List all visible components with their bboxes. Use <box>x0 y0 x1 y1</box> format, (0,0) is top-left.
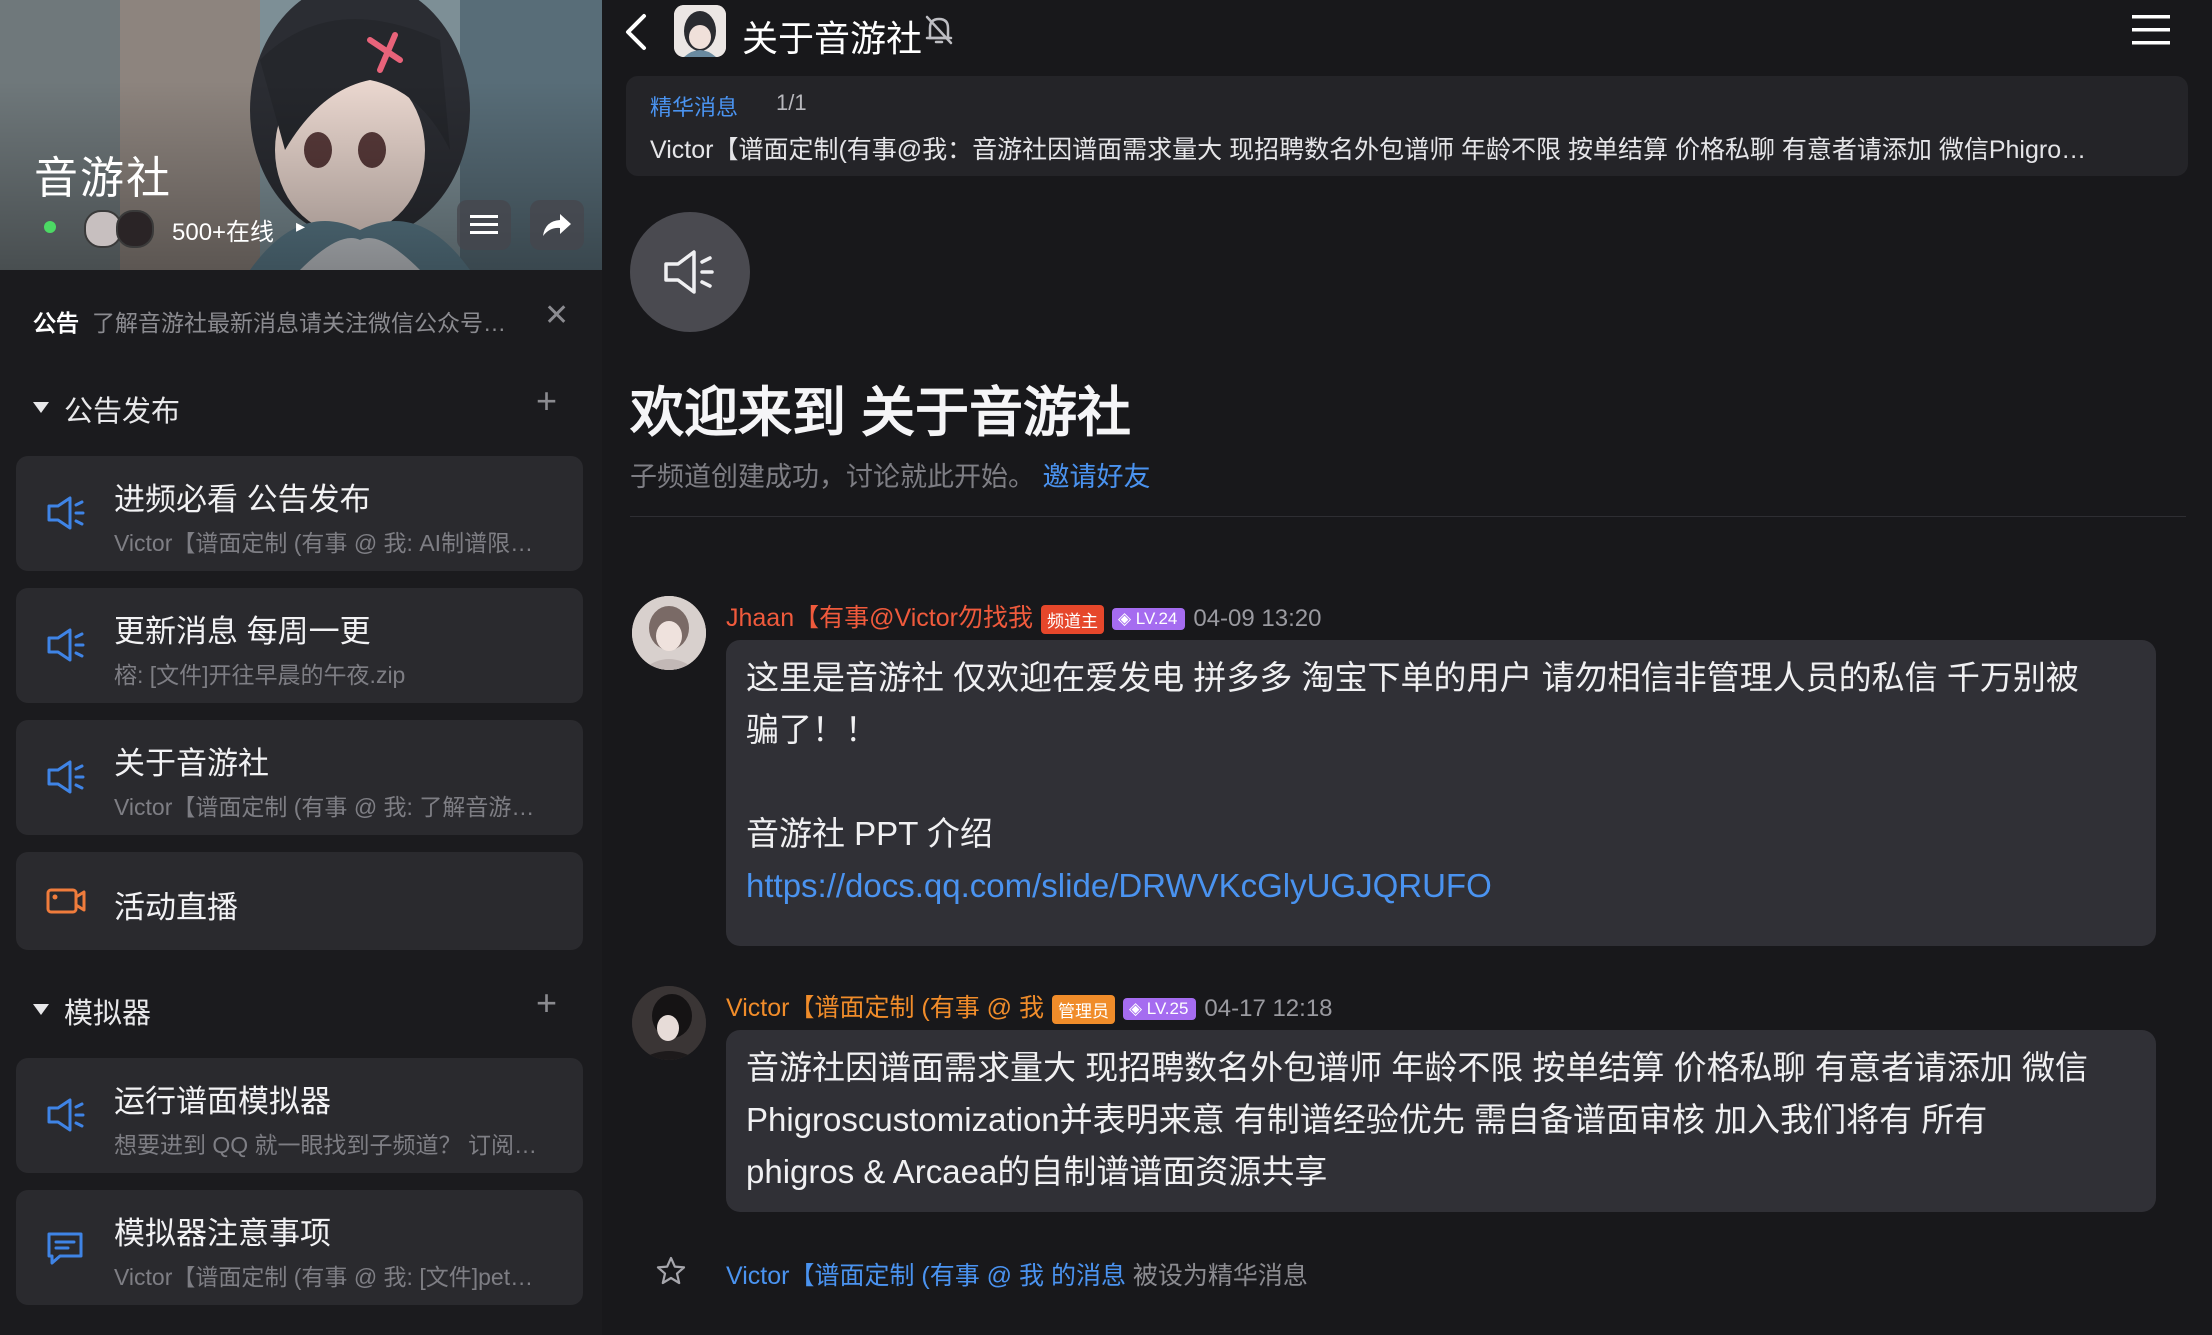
channel-preview: 想要进到 QQ 就一眼找到子频道？ 订阅… <box>114 1132 537 1158</box>
pinned-essence-message[interactable]: 精华消息 1/1 Victor【谱面定制(有事@我：音游社因谱面需求量大 现招聘… <box>626 76 2188 176</box>
star-icon <box>656 1256 686 1285</box>
essence-text: Victor【谱面定制(有事@我：音游社因谱面需求量大 现招聘数名外包谱师 年龄… <box>650 136 2087 164</box>
level-text: LV.24 <box>1135 609 1178 629</box>
share-icon <box>543 214 571 236</box>
channel-item[interactable]: 运行谱面模拟器 想要进到 QQ 就一眼找到子频道？ 订阅… <box>16 1058 583 1173</box>
chat-panel: 关于音游社 精华消息 1/1 Victor【谱面定制(有事@我：音游社因谱面需求… <box>602 0 2212 1335</box>
chevron-right-icon: ▸ <box>296 216 306 236</box>
channel-title: 进频必看 公告发布 <box>114 482 371 517</box>
announcement-text: 了解音游社最新消息请关注微信公众号… <box>92 310 506 336</box>
message-bubble[interactable]: 这里是音游社 仅欢迎在爱发电 拼多多 淘宝下单的用户 请勿相信非管理人员的私信 … <box>726 640 2156 946</box>
welcome-subtitle-text: 子频道创建成功，讨论就此开始。 <box>630 462 1035 492</box>
category-label: 模拟器 <box>64 998 152 1030</box>
channel-preview: Victor【谱面定制 (有事 @ 我: AI制谱限… <box>114 530 534 556</box>
welcome-title: 欢迎来到 关于音游社 <box>630 383 1132 443</box>
menu-icon[interactable] <box>2132 14 2170 46</box>
system-notice-sender[interactable]: Victor【谱面定制 (有事 @ 我 的消息 <box>726 1262 1126 1290</box>
category-label: 公告发布 <box>64 396 181 428</box>
message-header: Victor【谱面定制 (有事 @ 我管理员 ◈ LV.25 04-17 12:18 <box>726 988 1333 1024</box>
channel-title: 关于音游社 <box>742 18 923 59</box>
list-icon <box>470 215 498 234</box>
system-notice-action: 被设为精华消息 <box>1132 1262 1308 1290</box>
channel-title: 更新消息 每周一更 <box>114 614 371 649</box>
message-link[interactable]: https://docs.qq.com/slide/DRWVKcGlyUGJQR… <box>746 867 1492 904</box>
essence-label: 精华消息 <box>650 95 739 120</box>
speaker-icon <box>47 1098 85 1132</box>
message-line: phigros & Arcaea的自制谱谱面资源共享 <box>746 1153 1328 1190</box>
message-line: 音游社 PPT 介绍 <box>746 815 993 852</box>
avatar[interactable] <box>632 596 706 670</box>
message-line: 骗了！！ <box>746 711 878 748</box>
channel-preview: 榕: [文件]开往早晨的午夜.zip <box>114 662 406 688</box>
caret-down-icon <box>33 402 49 413</box>
invite-friends-link[interactable]: 邀请好友 <box>1043 462 1151 492</box>
channel-title: 模拟器注意事项 <box>114 1216 331 1251</box>
chat-header: 关于音游社 <box>602 0 2212 66</box>
close-icon[interactable]: ✕ <box>544 298 569 333</box>
channel-item[interactable]: 更新消息 每周一更 榕: [文件]开往早晨的午夜.zip <box>16 588 583 703</box>
channel-title: 关于音游社 <box>114 746 269 781</box>
sidebar: 音游社 500+在线 ▸ 公告 了解音游社最新消息请关注微信公众号… ✕ 公告发… <box>0 0 602 1335</box>
add-channel-button[interactable]: + <box>536 380 557 422</box>
sender-name[interactable]: Victor【谱面定制 (有事 @ 我 <box>726 994 1044 1022</box>
message-time: 04-17 12:18 <box>1204 995 1333 1022</box>
essence-count: 1/1 <box>776 90 807 115</box>
message-time: 04-09 13:20 <box>1193 605 1322 632</box>
chat-icon <box>47 1232 83 1265</box>
message-header: Jhaan【有事@Victor勿找我 频道主 ◈ LV.24 04-09 13:20 <box>726 598 1321 634</box>
channel-title: 运行谱面模拟器 <box>114 1084 331 1119</box>
speaker-icon <box>47 760 85 794</box>
message-line: 音游社因谱面需求量大 现招聘数名外包谱师 年龄不限 按单结算 价格私聊 有意者请… <box>746 1049 2089 1086</box>
announcement-label: 公告 <box>33 310 79 336</box>
level-text: LV.25 <box>1146 999 1189 1019</box>
message-line: Phigroscustomization并表明来意 有制谱经验优先 需自备谱面审… <box>746 1101 1988 1138</box>
avatar-illustration <box>632 596 706 670</box>
online-status-dot <box>44 221 56 233</box>
channel-item[interactable]: 模拟器注意事项 Victor【谱面定制 (有事 @ 我: [文件]pet… <box>16 1190 583 1305</box>
share-button[interactable] <box>530 200 584 250</box>
avatar-illustration <box>674 5 726 57</box>
divider <box>630 516 2186 517</box>
mute-bell-icon <box>925 15 953 45</box>
message-line: 这里是音游社 仅欢迎在爱发电 拼多多 淘宝下单的用户 请勿相信非管理人员的私信 … <box>746 659 2079 696</box>
channel-item[interactable]: 活动直播 <box>16 852 583 950</box>
guild-banner[interactable]: 音游社 500+在线 ▸ <box>0 0 602 270</box>
speaker-icon <box>664 250 714 294</box>
guild-name: 音游社 <box>34 154 172 203</box>
level-badge: ◈ LV.24 <box>1111 608 1186 631</box>
channel-item[interactable]: 进频必看 公告发布 Victor【谱面定制 (有事 @ 我: AI制谱限… <box>16 456 583 571</box>
avatar-illustration <box>632 986 706 1060</box>
welcome-subtitle: 子频道创建成功，讨论就此开始。 邀请好友 <box>630 455 1151 494</box>
member-avatar <box>116 210 154 248</box>
role-badge: 频道主 <box>1040 604 1104 634</box>
back-arrow-icon[interactable] <box>624 12 648 52</box>
online-count[interactable]: 500+在线 <box>172 212 274 247</box>
channel-preview: Victor【谱面定制 (有事 @ 我: [文件]pet… <box>114 1264 534 1290</box>
system-notice: Victor【谱面定制 (有事 @ 我 的消息 被设为精华消息 <box>602 1254 2212 1294</box>
live-camera-icon <box>46 888 86 914</box>
channel-type-badge <box>630 212 750 332</box>
sender-name[interactable]: Jhaan【有事@Victor勿找我 <box>726 604 1033 632</box>
message-bubble[interactable]: 音游社因谱面需求量大 现招聘数名外包谱师 年龄不限 按单结算 价格私聊 有意者请… <box>726 1030 2156 1212</box>
level-badge: ◈ LV.25 <box>1123 998 1197 1021</box>
channel-preview: Victor【谱面定制 (有事 @ 我: 了解音游… <box>114 794 535 820</box>
add-channel-button[interactable]: + <box>536 982 557 1024</box>
channel-title: 活动直播 <box>114 890 238 925</box>
system-notice-text: Victor【谱面定制 (有事 @ 我 的消息 被设为精华消息 <box>726 1256 1308 1292</box>
category-header[interactable]: 模拟器 + <box>0 982 602 1032</box>
channel-avatar[interactable] <box>674 5 726 57</box>
avatar[interactable] <box>632 986 706 1060</box>
category-header[interactable]: 公告发布 + <box>0 380 602 430</box>
channel-item[interactable]: 关于音游社 Victor【谱面定制 (有事 @ 我: 了解音游… <box>16 720 583 835</box>
speaker-icon <box>47 628 85 662</box>
role-badge: 管理员 <box>1052 994 1115 1024</box>
speaker-icon <box>47 496 85 530</box>
announcement-bar[interactable]: 公告 了解音游社最新消息请关注微信公众号… ✕ <box>0 290 602 350</box>
caret-down-icon <box>33 1004 49 1015</box>
guild-menu-button[interactable] <box>457 200 511 250</box>
